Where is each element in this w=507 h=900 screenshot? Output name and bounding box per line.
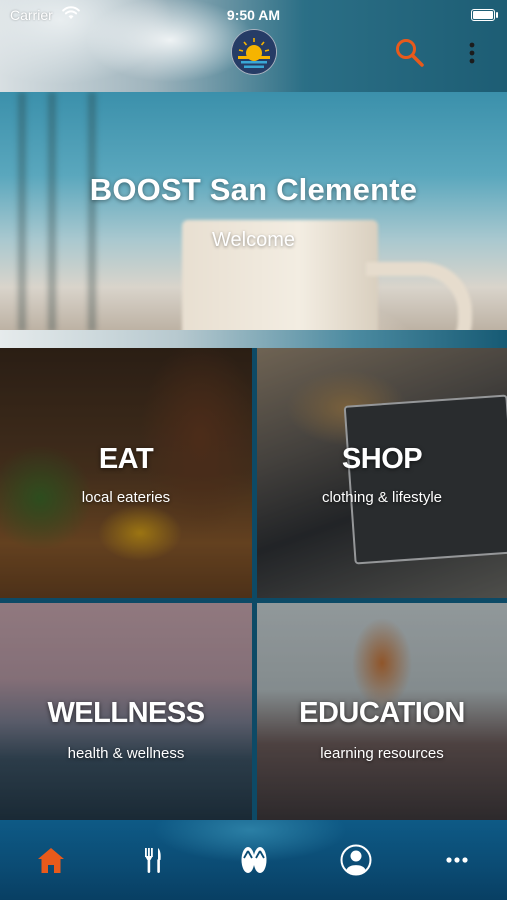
category-tile-wellness[interactable]: WELLNESS health & wellness — [0, 603, 252, 820]
home-icon — [38, 848, 64, 873]
tab-shop[interactable] — [234, 840, 274, 880]
hero-banner: BOOST San Clemente Welcome — [0, 92, 507, 330]
fork-knife-icon — [145, 848, 161, 873]
tab-home[interactable] — [31, 840, 71, 880]
search-button[interactable] — [393, 36, 427, 70]
search-icon — [396, 39, 424, 67]
category-subtitle: clothing & lifestyle — [321, 489, 443, 506]
category-subtitle: health & wellness — [67, 745, 185, 762]
more-horizontal-icon — [446, 857, 468, 863]
menu-button[interactable] — [462, 38, 482, 68]
category-tile-shop[interactable]: SHOP clothing & lifestyle — [257, 348, 507, 598]
category-title: EAT — [98, 443, 154, 475]
profile-icon — [340, 844, 372, 876]
tab-profile[interactable] — [336, 840, 376, 880]
tab-eat[interactable] — [132, 840, 172, 880]
background-decoration — [18, 92, 26, 330]
more-vertical-icon — [469, 42, 475, 64]
tab-more[interactable] — [437, 840, 477, 880]
battery-icon — [471, 9, 498, 21]
category-title: EDUCATION — [299, 697, 465, 729]
sunset-logo-icon[interactable] — [231, 29, 277, 75]
category-subtitle: learning resources — [320, 745, 444, 762]
tab-bar — [0, 820, 507, 900]
category-subtitle: local eateries — [81, 489, 171, 506]
category-title: SHOP — [341, 443, 423, 475]
background-decoration — [48, 92, 56, 330]
hero-title: BOOST San Clemente — [89, 172, 418, 207]
category-tile-education[interactable]: EDUCATION learning resources — [257, 603, 507, 820]
hero-mug-handle — [366, 262, 472, 330]
category-tile-eat[interactable]: EAT local eateries — [0, 348, 252, 598]
app-screen: Carrier 9:50 AM BOOST San Clemente Welco… — [0, 0, 507, 900]
flip-flops-icon — [241, 847, 267, 873]
status-bar: Carrier 9:50 AM — [0, 5, 507, 25]
hero-divider — [0, 330, 507, 348]
category-title: WELLNESS — [47, 697, 205, 729]
top-bar: Carrier 9:50 AM — [0, 0, 507, 92]
hero-subtitle: Welcome — [212, 229, 295, 251]
clock: 9:50 AM — [226, 7, 281, 23]
background-decoration — [88, 92, 96, 330]
